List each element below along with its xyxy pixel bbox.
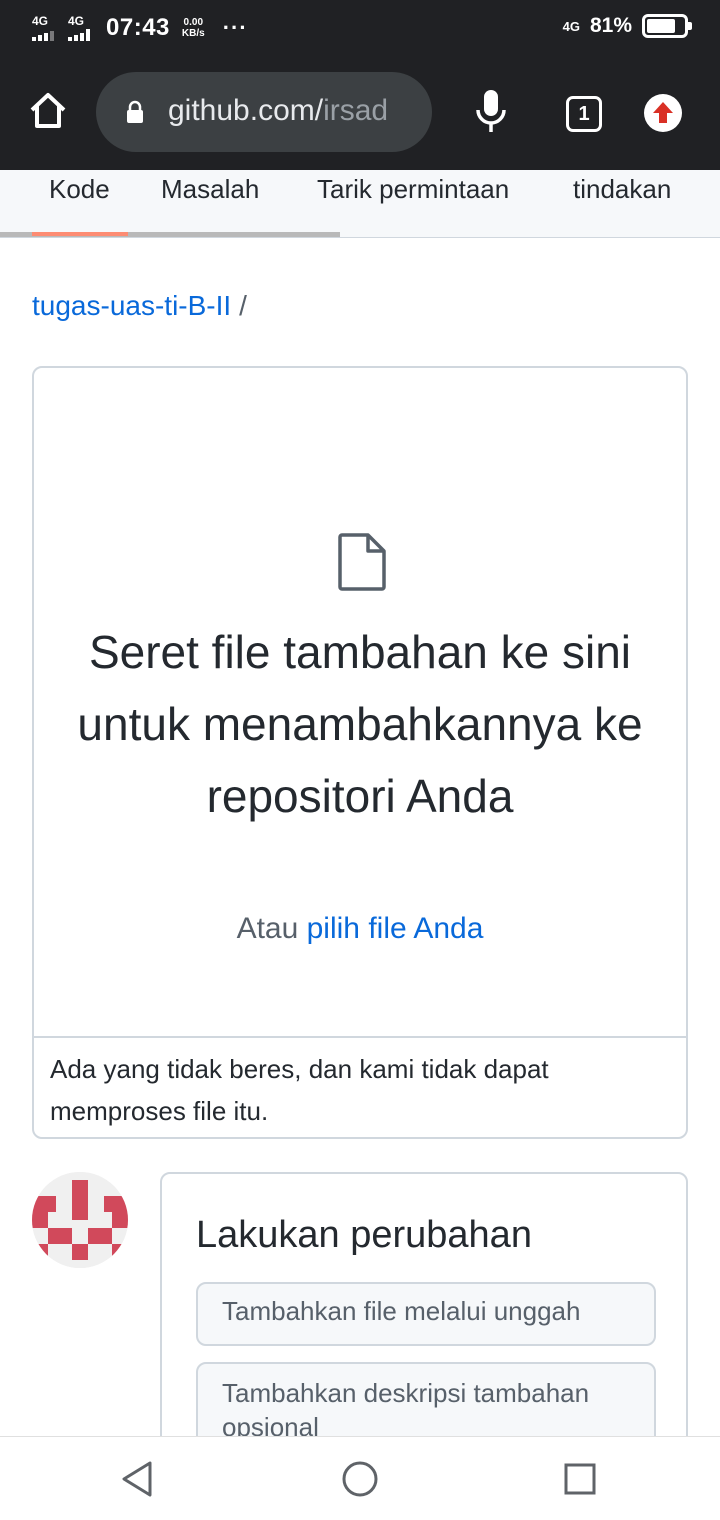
commit-summary-input[interactable]: Tambahkan file melalui unggah — [196, 1282, 656, 1346]
browser-toolbar: github.com/irsad 1 — [0, 58, 720, 170]
mic-icon[interactable] — [474, 88, 508, 136]
tab-code[interactable]: Kode — [49, 174, 110, 205]
home-nav-icon[interactable] — [340, 1459, 380, 1499]
breadcrumb-separator: / — [239, 290, 247, 321]
battery-icon — [642, 14, 692, 38]
network-type-1: 4G — [32, 14, 49, 28]
recents-icon[interactable] — [560, 1459, 600, 1499]
drop-zone-title: Seret file tambahan ke sini untuk menamb… — [77, 626, 643, 822]
speed-unit: KB/s — [181, 28, 205, 39]
tab-actions[interactable]: tindakan — [573, 174, 671, 205]
active-tab-indicator — [32, 232, 128, 236]
repo-nav-tabs: Kode Masalah Tarik permintaan tindakan — [0, 170, 720, 238]
tab-pull-requests[interactable]: Tarik permintaan — [317, 174, 509, 205]
tab-issues[interactable]: Masalah — [161, 174, 259, 205]
url-text: github.com/irsad — [168, 94, 388, 128]
system-nav-bar — [0, 1436, 720, 1520]
upload-error-message: Ada yang tidak beres, dan kami tidak dap… — [34, 1036, 686, 1137]
signal-icon: 4G — [32, 15, 60, 41]
clock: 07:43 — [106, 14, 170, 41]
network-speed: 0.00 KB/s — [182, 17, 205, 39]
url-bar[interactable]: github.com/irsad — [96, 72, 432, 152]
more-notifications-icon: ··· — [222, 15, 248, 40]
battery-percent: 81% — [589, 14, 632, 37]
breadcrumb: tugas-uas-ti-B-II / — [32, 290, 247, 322]
network-type-2: 4G — [68, 14, 85, 28]
url-host: github.com/ — [168, 94, 324, 127]
choose-files-link[interactable]: pilih file Anda — [307, 912, 484, 945]
network-type-right: 4G — [562, 18, 580, 34]
repo-link[interactable]: tugas-uas-ti-B-II — [32, 290, 231, 321]
url-path: irsad — [323, 94, 389, 127]
back-icon[interactable] — [118, 1459, 158, 1499]
choose-files-line: Atau pilih file Anda — [34, 912, 686, 946]
upload-drop-zone[interactable]: Seret file tambahan ke sini untuk menamb… — [32, 366, 688, 1139]
avatar[interactable] — [32, 1172, 128, 1268]
battery-fill — [647, 19, 676, 33]
or-label: Atau — [236, 912, 299, 945]
commit-title: Lakukan perubahan — [196, 1214, 532, 1256]
status-bar: 4G 4G 07:43 0.00 KB/s ··· 4G 81% — [0, 0, 720, 58]
lock-icon — [126, 100, 144, 124]
update-icon[interactable] — [644, 94, 682, 132]
tabs-icon[interactable]: 1 — [566, 96, 602, 132]
home-icon[interactable] — [28, 90, 68, 130]
signal-icon: 4G — [68, 15, 96, 41]
file-icon — [336, 532, 388, 592]
speed-value: 0.00 — [183, 17, 204, 28]
